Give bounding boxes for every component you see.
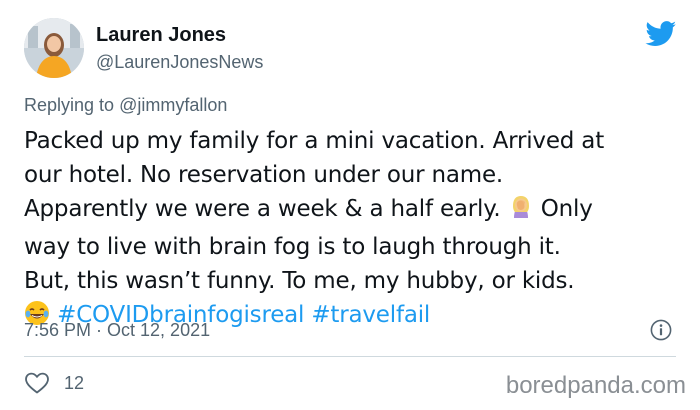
tweet-line-text: Apparently we were a week & a half early… (24, 196, 501, 222)
tweet-line: But, this wasn’t funny. To me, my hubby,… (24, 268, 575, 294)
hashtag-link[interactable]: #travelfail (311, 302, 430, 328)
twitter-bird-icon (645, 21, 677, 47)
info-icon[interactable] (650, 319, 672, 341)
tweet-line: our hotel. No reservation under our name… (24, 162, 504, 188)
divider (24, 356, 676, 357)
tweet-line: way to live with brain fog is to laugh t… (24, 234, 561, 260)
woman-facepalming-icon (508, 194, 534, 230)
heart-icon[interactable] (24, 372, 50, 394)
like-count: 12 (64, 373, 85, 393)
watermark: boredpanda.com (505, 372, 686, 399)
tweet-line-text: Only (540, 196, 593, 222)
tweet-text: Packed up my family for a mini vacation.… (24, 124, 694, 336)
tweet-line: Packed up my family for a mini vacation.… (24, 128, 605, 154)
author-handle[interactable]: @LaurenJonesNews (96, 52, 263, 73)
reply-mention-link[interactable]: @jimmyfallon (119, 95, 227, 115)
author-name[interactable]: Lauren Jones (96, 24, 226, 47)
tweet-card: Lauren Jones @LaurenJonesNews Replying t… (0, 0, 700, 410)
reply-context: Replying to @jimmyfallon (24, 95, 227, 116)
avatar[interactable] (24, 18, 84, 78)
tweet-line: Apparently we were a week & a half early… (24, 192, 694, 230)
reply-prefix: Replying to (24, 95, 120, 115)
tweet-timestamp[interactable]: 7:56 PM · Oct 12, 2021 (24, 320, 210, 341)
